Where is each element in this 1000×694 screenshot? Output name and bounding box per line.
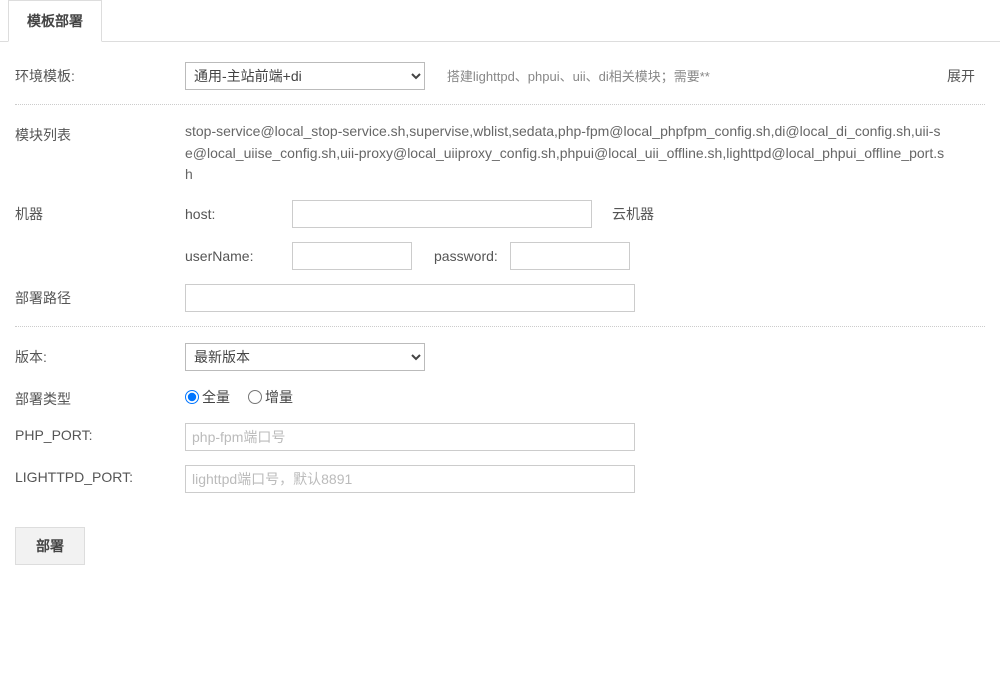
deploy-type-full[interactable]: 全量	[185, 387, 230, 407]
module-list-value: stop-service@local_stop-service.sh,super…	[185, 121, 945, 186]
php-port-input[interactable]	[185, 423, 635, 451]
version-label: 版本:	[15, 343, 185, 367]
deploy-form: 环境模板: 通用-主站前端+di 搭建lighttpd、phpui、uii、di…	[0, 42, 1000, 517]
lighttpd-port-input[interactable]	[185, 465, 635, 493]
radio-full-label: 全量	[202, 387, 230, 407]
expand-link[interactable]: 展开	[947, 62, 975, 86]
deploy-button[interactable]: 部署	[15, 527, 85, 565]
divider-2	[15, 326, 985, 327]
lighttpd-port-label: LIGHTTPD_PORT:	[15, 465, 185, 485]
php-port-label: PHP_PORT:	[15, 423, 185, 443]
radio-full[interactable]	[185, 390, 199, 404]
radio-incremental-label: 增量	[265, 387, 293, 407]
deploy-type-label: 部署类型	[15, 385, 185, 409]
deploy-path-label: 部署路径	[15, 284, 185, 308]
env-template-label: 环境模板:	[15, 62, 185, 86]
host-label: host:	[185, 206, 280, 222]
password-input[interactable]	[510, 242, 630, 270]
deploy-type-incremental[interactable]: 增量	[248, 387, 293, 407]
deploy-path-input[interactable]	[185, 284, 635, 312]
env-template-hint: 搭建lighttpd、phpui、uii、di相关模块；需要**	[447, 66, 710, 85]
env-template-select[interactable]: 通用-主站前端+di	[185, 62, 425, 90]
machine-label: 机器	[15, 200, 185, 224]
radio-incremental[interactable]	[248, 390, 262, 404]
tab-template-deploy[interactable]: 模板部署	[8, 0, 102, 42]
tab-bar: 模板部署	[0, 0, 1000, 42]
password-label: password:	[434, 248, 498, 264]
username-input[interactable]	[292, 242, 412, 270]
module-list-label: 模块列表	[15, 121, 185, 145]
host-input[interactable]	[292, 200, 592, 228]
divider	[15, 104, 985, 105]
username-label: userName:	[185, 248, 280, 264]
cloud-machine-label: 云机器	[612, 204, 654, 224]
version-select[interactable]: 最新版本	[185, 343, 425, 371]
